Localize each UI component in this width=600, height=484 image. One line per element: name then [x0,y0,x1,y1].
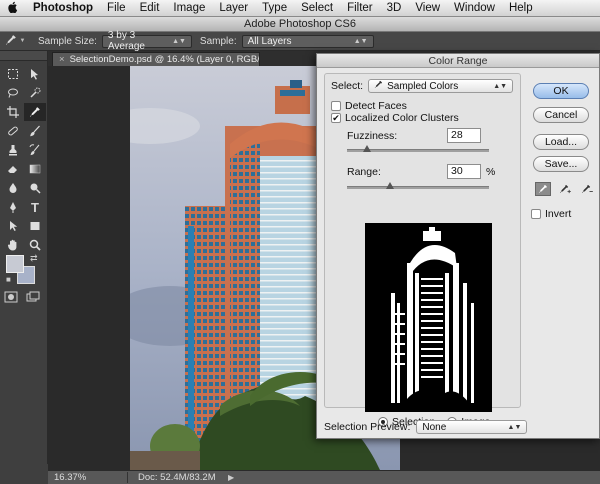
dialog-title: Color Range [317,54,599,68]
blur-tool-icon[interactable] [2,179,24,197]
foreground-color-swatch[interactable] [6,255,24,273]
document-info: Doc: 52.4M/83.2M [138,472,216,483]
sample-value: All Layers [247,35,292,47]
selection-preview-label: Selection Preview: [324,421,411,433]
type-tool-icon[interactable]: T [24,198,46,216]
menu-bar: Photoshop File Edit Image Layer Type Sel… [0,0,600,17]
range-slider-track[interactable] [347,182,489,189]
close-tab-icon[interactable]: × [59,54,65,65]
menu-image[interactable]: Image [166,2,212,14]
menu-layer[interactable]: Layer [212,2,255,14]
detect-faces-label: Detect Faces [345,100,407,112]
range-label: Range: [347,165,381,178]
updown-arrows-icon: ▲▼ [353,37,368,45]
ok-button[interactable]: OK [533,83,589,99]
menu-edit[interactable]: Edit [133,2,167,14]
clone-stamp-tool-icon[interactable] [2,141,24,159]
localized-color-clusters-label: Localized Color Clusters [345,112,459,124]
apple-menu-icon[interactable] [0,1,26,16]
range-unit: % [486,165,496,178]
dodge-tool-icon[interactable] [24,179,46,197]
menu-select[interactable]: Select [294,2,340,14]
eyedropper-tool-preset[interactable]: ▼ [0,34,30,49]
menu-view[interactable]: View [408,2,447,14]
cancel-button[interactable]: Cancel [533,107,589,123]
document-tab[interactable]: × SelectionDemo.psd @ 16.4% (Layer 0, RGB… [52,52,260,66]
invert-checkbox[interactable] [531,209,541,219]
gradient-tool-icon[interactable] [24,160,46,178]
left-corner-area [0,464,48,484]
menu-file[interactable]: File [100,2,133,14]
menu-help[interactable]: Help [502,2,540,14]
brush-tool-icon[interactable] [24,122,46,140]
play-arrow-icon[interactable]: ▶ [228,473,234,482]
history-brush-tool-icon[interactable] [24,141,46,159]
selection-preview-popup[interactable]: None ▲▼ [416,420,528,434]
quick-mask-icon[interactable] [4,291,18,303]
zoom-tool-icon[interactable] [24,236,46,254]
menu-photoshop[interactable]: Photoshop [26,2,100,14]
quick-selection-tool-icon[interactable] [24,84,46,102]
sample-size-value: 3 by 3 Average [107,30,145,52]
chevron-down-icon: ▼ [19,38,26,44]
hand-tool-icon[interactable] [2,236,24,254]
save-button[interactable]: Save... [533,156,589,172]
swap-colors-icon[interactable]: ⇄ [30,253,38,264]
range-input[interactable]: 30 [447,164,481,179]
menu-type[interactable]: Type [255,2,294,14]
invert-label: Invert [545,208,572,220]
add-to-sample-eyedropper-icon[interactable] [557,182,573,196]
sample-label: Sample: [199,35,237,47]
path-selection-tool-icon[interactable] [2,217,24,235]
selection-preview-value: None [422,421,447,433]
rectangle-tool-icon[interactable] [24,217,46,235]
eyedropper-icon[interactable] [535,182,551,196]
options-bar: ▼ Sample Size: 3 by 3 Average ▲▼ Sample:… [0,30,600,52]
menu-filter[interactable]: Filter [340,2,380,14]
select-popup[interactable]: Sampled Colors ▲▼ [368,79,514,93]
select-value: Sampled Colors [387,80,459,92]
lasso-tool-icon[interactable] [2,84,24,102]
color-range-dialog: Color Range Select: Sampled Colors ▲▼ De… [316,53,600,439]
menu-3d[interactable]: 3D [380,2,409,14]
updown-arrows-icon: ▲▼ [493,82,508,90]
eyedropper-icon [5,34,17,49]
zoom-level[interactable]: 16.37% [48,472,128,483]
range-slider-thumb[interactable] [385,182,394,189]
detect-faces-checkbox[interactable] [331,101,341,111]
menu-window[interactable]: Window [447,2,502,14]
sample-size-label: Sample Size: [38,35,97,47]
load-button[interactable]: Load... [533,134,589,150]
tools-panel: T ⇄ ■ [0,51,48,464]
status-bar: 16.37% Doc: 52.4M/83.2M ▶ [48,470,600,484]
marquee-tool-icon[interactable] [2,65,24,83]
pen-tool-icon[interactable] [2,198,24,216]
screen-mode-icon[interactable] [26,291,40,303]
fuzziness-slider-thumb[interactable] [362,145,371,152]
eraser-tool-icon[interactable] [2,160,24,178]
fuzziness-slider-track[interactable] [347,145,489,152]
sample-select[interactable]: All Layers ▲▼ [241,34,374,48]
sampled-eyedropper-icon [374,80,383,92]
panel-grip[interactable] [0,51,47,61]
eyedropper-group [535,182,595,196]
eyedropper-tool-icon[interactable] [24,103,46,121]
fuzziness-label: Fuzziness: [347,129,398,142]
select-label: Select: [331,80,364,92]
window-title: Adobe Photoshop CS6 [0,17,600,32]
color-swatches: ⇄ ■ [6,253,42,287]
sample-size-select[interactable]: 3 by 3 Average ▲▼ [101,30,192,52]
subtract-from-sample-eyedropper-icon[interactable] [579,182,595,196]
document-tab-title: SelectionDemo.psd @ 16.4% (Layer 0, RGB/… [69,54,260,65]
color-range-options-panel: Select: Sampled Colors ▲▼ Detect Faces ✔… [324,73,521,428]
localized-color-clusters-checkbox[interactable]: ✔ [331,113,341,123]
fuzziness-input[interactable]: 28 [447,128,481,143]
healing-brush-tool-icon[interactable] [2,122,24,140]
move-tool-icon[interactable] [24,65,46,83]
crop-tool-icon[interactable] [2,103,24,121]
updown-arrows-icon: ▲▼ [507,423,522,431]
selection-preview-image[interactable] [365,223,492,412]
updown-arrows-icon: ▲▼ [172,37,186,45]
default-colors-icon[interactable]: ■ [6,275,11,284]
